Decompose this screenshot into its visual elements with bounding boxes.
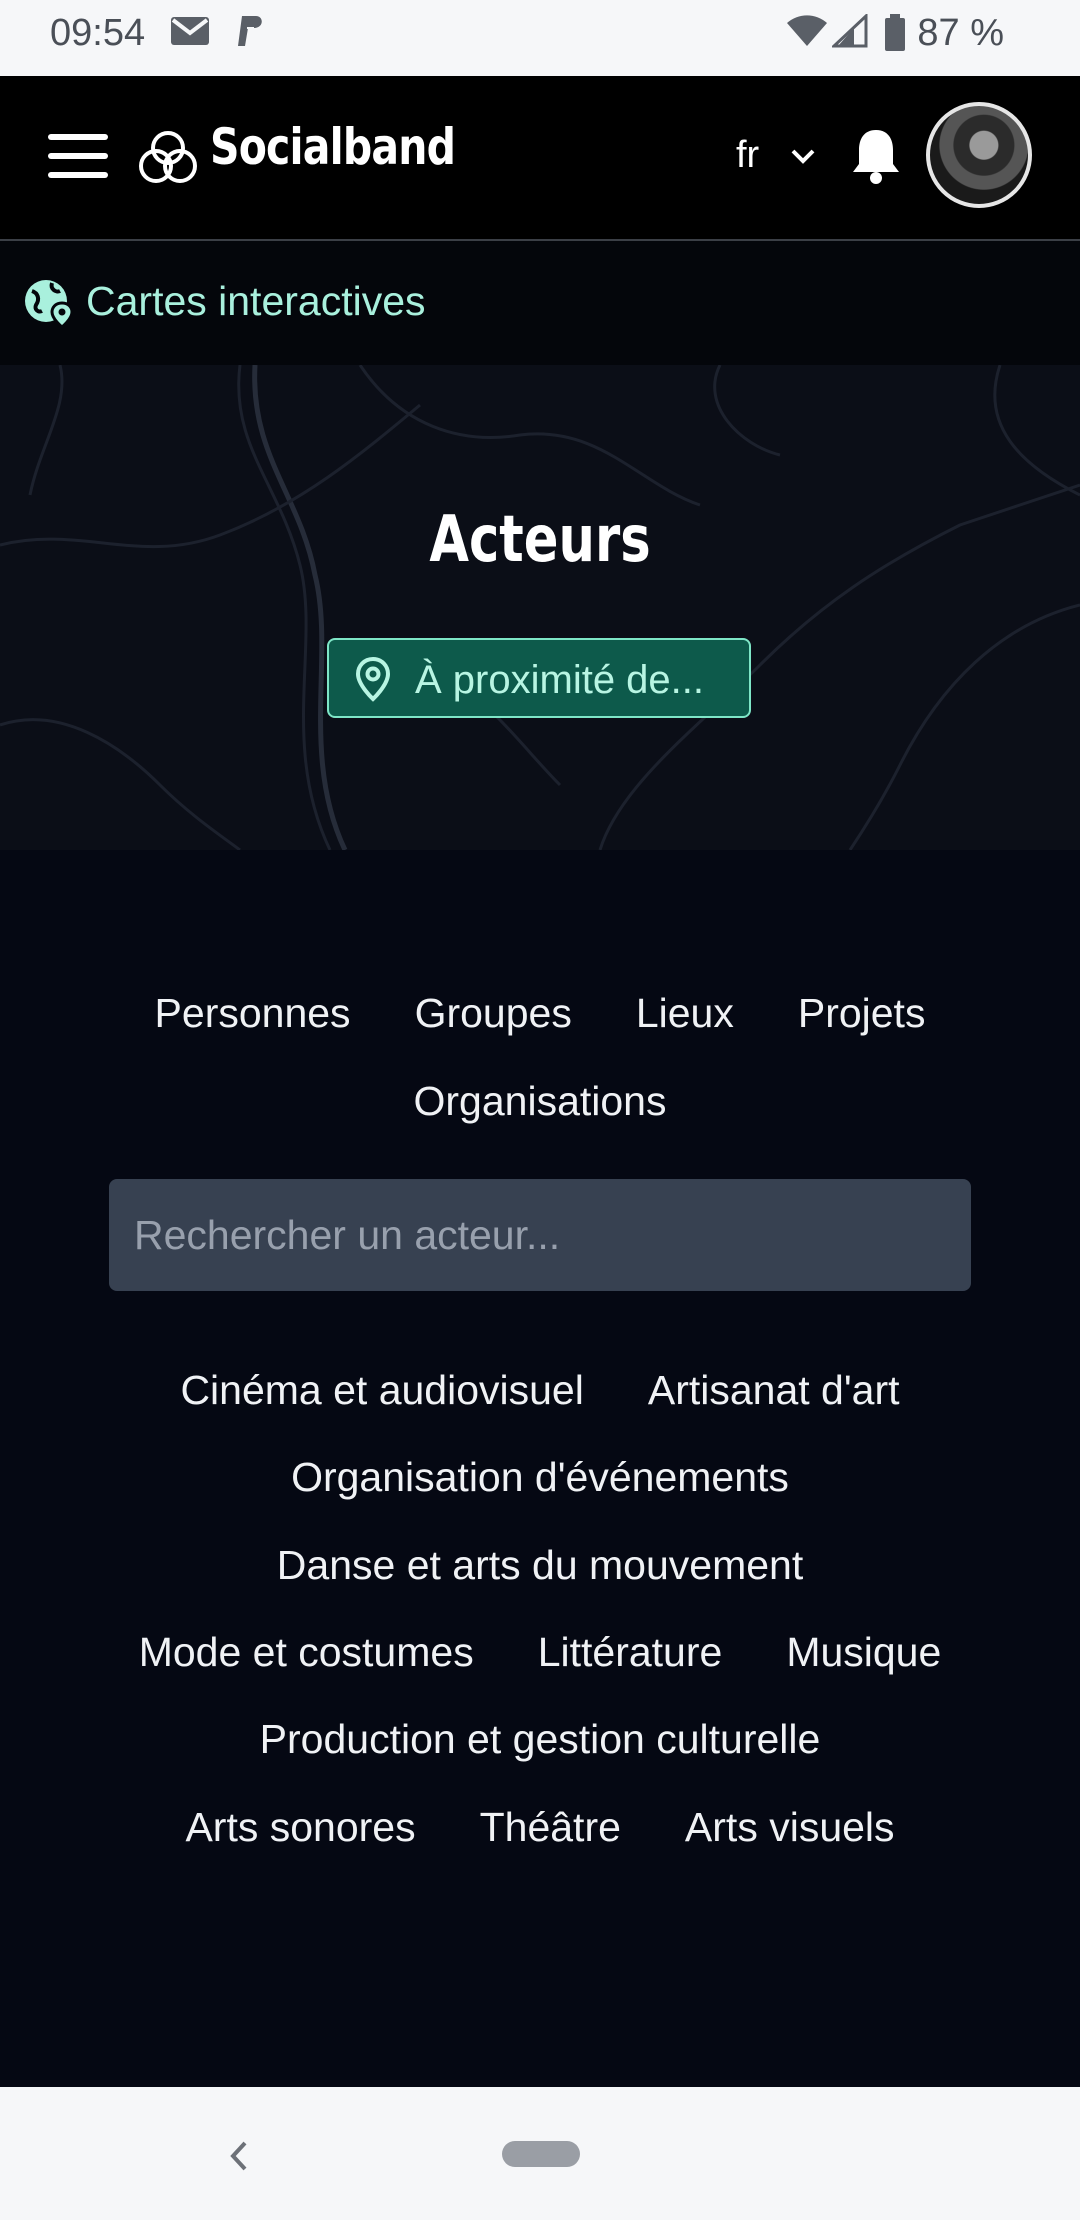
back-icon[interactable] bbox=[226, 2139, 252, 2178]
discipline-litterature[interactable]: Littérature bbox=[538, 1629, 723, 1676]
discipline-row: Organisation d'événements bbox=[0, 1454, 1080, 1501]
home-pill[interactable] bbox=[502, 2141, 580, 2167]
status-bar: 09:54 87 % bbox=[0, 0, 1080, 76]
globe-pin-icon bbox=[22, 277, 76, 334]
discipline-row: Arts sonores Théâtre Arts visuels bbox=[0, 1804, 1080, 1851]
filter-personnes[interactable]: Personnes bbox=[155, 990, 351, 1037]
system-nav-bar bbox=[0, 2087, 1080, 2220]
brand-name[interactable]: Socialband bbox=[210, 118, 456, 176]
interactive-maps-link[interactable]: Cartes interactives bbox=[0, 241, 1080, 365]
discipline-theatre[interactable]: Théâtre bbox=[480, 1804, 621, 1851]
battery-icon bbox=[884, 14, 906, 62]
menu-icon[interactable] bbox=[48, 134, 108, 180]
discipline-cinema[interactable]: Cinéma et audiovisuel bbox=[180, 1367, 583, 1414]
discipline-mode[interactable]: Mode et costumes bbox=[139, 1629, 474, 1676]
discipline-row: Production et gestion culturelle bbox=[0, 1716, 1080, 1763]
paypal-icon bbox=[234, 14, 266, 60]
discipline-production[interactable]: Production et gestion culturelle bbox=[260, 1716, 821, 1763]
discipline-row: Cinéma et audiovisuel Artisanat d'art bbox=[0, 1367, 1080, 1414]
language-selector[interactable]: fr bbox=[736, 134, 759, 177]
discipline-musique[interactable]: Musique bbox=[786, 1629, 941, 1676]
nearby-button[interactable]: À proximité de... bbox=[327, 638, 751, 718]
map-background bbox=[0, 365, 1080, 850]
page-title: Acteurs bbox=[429, 503, 651, 577]
discipline-row: Danse et arts du mouvement bbox=[0, 1542, 1080, 1589]
interactive-maps-label: Cartes interactives bbox=[86, 278, 426, 324]
avatar[interactable] bbox=[926, 102, 1032, 208]
discipline-evenements[interactable]: Organisation d'événements bbox=[291, 1454, 789, 1501]
app-header: Socialband fr bbox=[0, 76, 1080, 241]
bell-icon[interactable] bbox=[848, 126, 904, 191]
map-pin-icon bbox=[351, 656, 395, 707]
wifi-icon bbox=[786, 14, 828, 58]
filter-groupes[interactable]: Groupes bbox=[415, 990, 572, 1037]
status-time: 09:54 bbox=[50, 12, 146, 54]
logo-icon[interactable] bbox=[136, 128, 200, 189]
discipline-danse[interactable]: Danse et arts du mouvement bbox=[277, 1542, 803, 1589]
actor-type-filters-row2: Organisations bbox=[0, 1078, 1080, 1125]
discipline-arts-visuels[interactable]: Arts visuels bbox=[685, 1804, 895, 1851]
discipline-row: Mode et costumes Littérature Musique bbox=[0, 1629, 1080, 1676]
discipline-arts-sonores[interactable]: Arts sonores bbox=[185, 1804, 415, 1851]
hero-banner: Acteurs À proximité de... bbox=[0, 365, 1080, 850]
discipline-artisanat[interactable]: Artisanat d'art bbox=[648, 1367, 900, 1414]
chevron-down-icon[interactable] bbox=[790, 148, 816, 171]
gmail-icon bbox=[170, 14, 210, 58]
filter-projets[interactable]: Projets bbox=[798, 990, 926, 1037]
signal-icon bbox=[830, 12, 868, 58]
filter-organisations[interactable]: Organisations bbox=[414, 1078, 667, 1125]
search-input[interactable] bbox=[109, 1179, 971, 1291]
actor-type-filters: Personnes Groupes Lieux Projets bbox=[0, 990, 1080, 1037]
battery-percent: 87 % bbox=[917, 12, 1004, 54]
nearby-button-label: À proximité de... bbox=[415, 658, 705, 702]
filter-lieux[interactable]: Lieux bbox=[636, 990, 734, 1037]
